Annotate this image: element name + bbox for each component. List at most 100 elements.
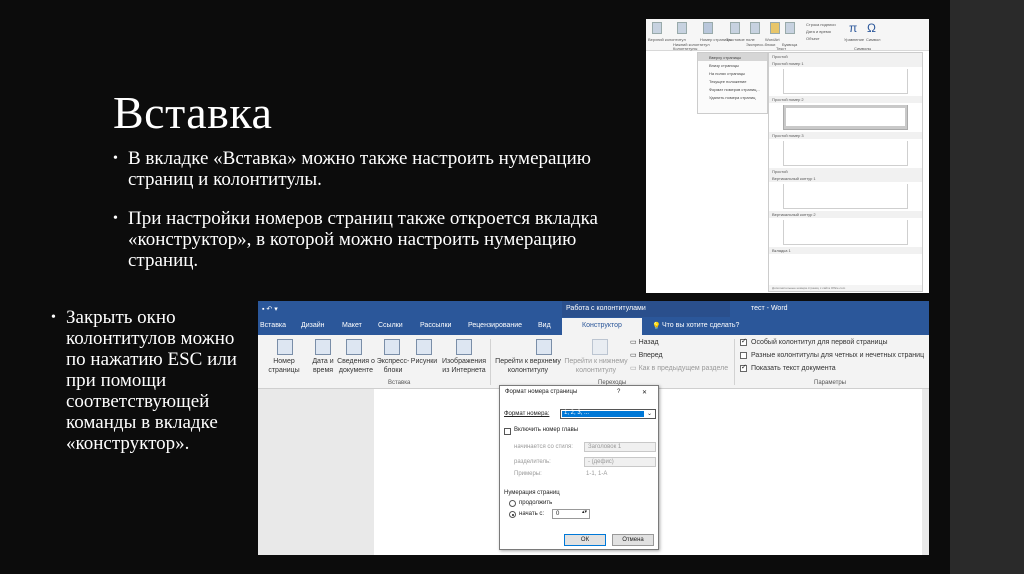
- first-page-label: Особый колонтитул для первой страницы: [751, 339, 888, 346]
- group-label: Символы: [854, 46, 872, 51]
- page-number-icon[interactable]: [277, 339, 293, 355]
- link-previous-label: Как в предыдущем разделе: [638, 365, 729, 372]
- omega-icon[interactable]: Ω: [867, 21, 876, 35]
- group-label: Текст: [776, 46, 787, 51]
- quick-parts-icon[interactable]: [750, 22, 760, 34]
- bullet-item: • В вкладке «Вставка» можно также настро…: [113, 148, 608, 190]
- menu-item[interactable]: На полях страницы: [698, 69, 767, 77]
- ribbon-label: Уравнение: [844, 37, 865, 42]
- ribbon-label: WordArt: [765, 37, 780, 42]
- number-format-select[interactable]: 1, 2, 3, ... ⌄: [560, 409, 656, 419]
- online-picture-icon[interactable]: [456, 339, 472, 355]
- save-icon[interactable]: ▪ ↶ ▾: [262, 305, 278, 313]
- gallery-item[interactable]: [783, 105, 908, 130]
- dropcap-icon[interactable]: [785, 22, 795, 34]
- calendar-icon[interactable]: [315, 339, 331, 355]
- close-icon[interactable]: ✕: [642, 389, 647, 396]
- page-number-icon[interactable]: [703, 22, 713, 34]
- header-footer-designer-screenshot: ▪ ↶ ▾ Работа с колонтитулами тест - Word…: [258, 301, 929, 555]
- tell-me-input[interactable]: Что вы хотите сделать?: [662, 322, 739, 329]
- goto-header-button[interactable]: Перейти к верхнему колонтитулу: [494, 357, 562, 375]
- tab-insert[interactable]: Вставка: [260, 322, 286, 329]
- gallery-footer[interactable]: Дополнительные номера страниц с сайта Of…: [769, 285, 922, 291]
- ribbon-label: Символ: [866, 37, 881, 42]
- wordart-icon[interactable]: [770, 22, 780, 34]
- picture-icon[interactable]: [416, 339, 432, 355]
- bullet-text: В вкладке «Вставка» можно также настроит…: [128, 148, 591, 190]
- date-time-button[interactable]: Дата и время: [308, 357, 338, 375]
- menu-item[interactable]: Вверху страницы: [698, 53, 767, 61]
- group-label: Вставка: [388, 380, 411, 386]
- express-blocks-button[interactable]: Экспресс-блоки: [376, 357, 410, 375]
- chapter-style-select: Заголовок 1: [584, 442, 656, 452]
- gallery-item[interactable]: [783, 184, 908, 209]
- header-icon[interactable]: [652, 22, 662, 34]
- group-label: Колонтитулы: [673, 46, 698, 51]
- page-number-gallery: Простой Простой номер 1 Простой номер 2 …: [768, 52, 923, 292]
- cancel-button[interactable]: Отмена: [612, 534, 654, 546]
- back-button[interactable]: ▭ Назад: [630, 338, 659, 347]
- bullet-item: • При настройки номеров страниц также от…: [113, 208, 628, 271]
- number-format-label: Формат номера:: [504, 411, 550, 417]
- menu-item[interactable]: Текущее положение: [698, 77, 767, 85]
- express-blocks-icon[interactable]: [384, 339, 400, 355]
- forward-label: Вперед: [638, 352, 663, 359]
- tab-layout[interactable]: Макет: [342, 322, 362, 329]
- help-icon[interactable]: ?: [617, 389, 620, 395]
- continue-label: продолжить: [519, 500, 553, 506]
- menu-item[interactable]: Формат номеров страниц...: [698, 85, 767, 93]
- gallery-item-label: Простой номер 2: [769, 96, 922, 103]
- pi-icon[interactable]: π: [849, 21, 857, 35]
- menu-item[interactable]: Внизу страницы: [698, 61, 767, 69]
- gallery-item[interactable]: [783, 220, 908, 245]
- title-bar: ▪ ↶ ▾ Работа с колонтитулами тест - Word: [258, 301, 929, 317]
- textbox-icon[interactable]: [730, 22, 740, 34]
- first-page-checkbox[interactable]: [740, 337, 747, 346]
- odd-even-checkbox[interactable]: [740, 352, 747, 359]
- doc-info-button[interactable]: Сведения о документе: [336, 357, 376, 375]
- start-at-stepper[interactable]: 0 ▴▾: [552, 509, 590, 519]
- slide-title: Вставка: [113, 87, 273, 138]
- gallery-item-label: Вертикальный контур 2: [769, 211, 922, 218]
- context-title: Работа с колонтитулами: [566, 305, 646, 312]
- gallery-item[interactable]: [783, 141, 908, 166]
- tab-view[interactable]: Вид: [538, 322, 551, 329]
- separator-label: разделитель:: [514, 459, 551, 465]
- page-number-menu-screenshot: Верхний колонтитул Нижний колонтитул Ном…: [646, 19, 929, 293]
- side-strip: [950, 0, 1024, 574]
- bullet-text: При настройки номеров страниц также откр…: [128, 208, 598, 271]
- ribbon-tabs: Вставка Дизайн Макет Ссылки Рассылки Рец…: [258, 317, 929, 335]
- tab-references[interactable]: Ссылки: [378, 322, 403, 329]
- gallery-item-label: Простой: [769, 168, 922, 175]
- footer-icon[interactable]: [677, 22, 687, 34]
- gallery-item-label: Вертикальный контур 1: [769, 175, 922, 182]
- numbering-section-label: Нумерация страниц: [504, 490, 560, 496]
- include-chapter-checkbox[interactable]: [504, 428, 511, 435]
- doc-info-icon[interactable]: [346, 339, 362, 355]
- chapter-style-value: Заголовок 1: [588, 444, 622, 450]
- gallery-item[interactable]: [783, 69, 908, 94]
- ok-button[interactable]: ОК: [564, 534, 606, 546]
- page-number-dropdown: Вверху страницы Внизу страницы На полях …: [697, 52, 768, 114]
- start-at-radio[interactable]: [509, 511, 516, 518]
- continue-radio[interactable]: [509, 500, 516, 507]
- bullet-dot: •: [113, 151, 118, 166]
- show-text-label: Показать текст документа: [751, 365, 836, 372]
- gallery-item-label: Вкладка 1: [769, 247, 922, 254]
- link-previous-button: ▭ Как в предыдущем разделе: [630, 364, 728, 373]
- stepper-arrows-icon: ▴▾: [582, 509, 588, 515]
- online-pictures-button[interactable]: Изображения из Интернета: [440, 357, 488, 375]
- tab-mailings[interactable]: Рассылки: [420, 322, 451, 329]
- forward-icon: ▭: [630, 352, 639, 359]
- tab-design[interactable]: Дизайн: [301, 322, 325, 329]
- show-text-checkbox[interactable]: [740, 363, 747, 372]
- tab-review[interactable]: Рецензирование: [468, 322, 522, 329]
- menu-item[interactable]: Удалить номера страниц: [698, 93, 767, 101]
- goto-header-icon[interactable]: [536, 339, 552, 355]
- designer-ribbon: Номер страницы Дата и время Сведения о д…: [258, 335, 929, 389]
- tab-designer[interactable]: Конструктор: [582, 322, 622, 329]
- number-format-value: 1, 2, 3, ...: [564, 410, 590, 416]
- pictures-button[interactable]: Рисунки: [410, 357, 438, 366]
- page-number-button[interactable]: Номер страницы: [264, 357, 304, 375]
- forward-button[interactable]: ▭ Вперед: [630, 351, 663, 360]
